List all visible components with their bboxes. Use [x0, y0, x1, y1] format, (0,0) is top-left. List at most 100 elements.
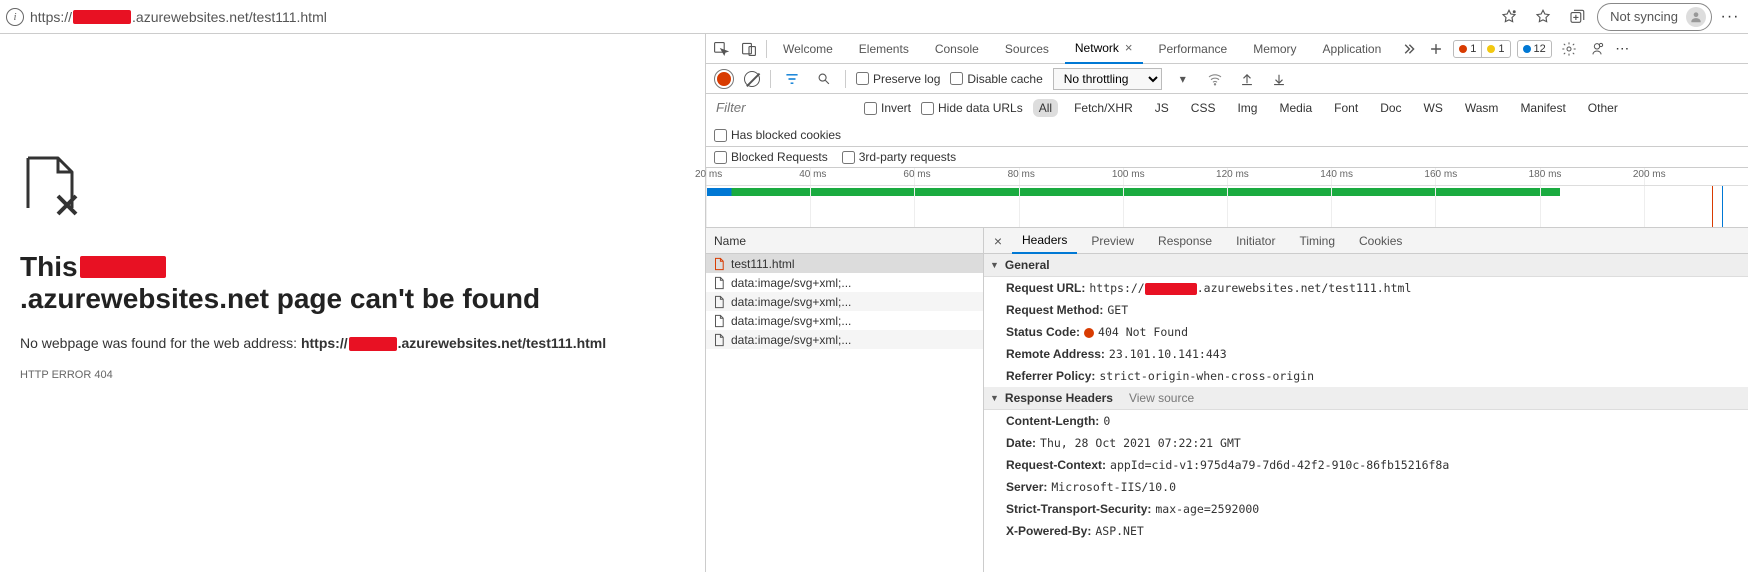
view-source-link[interactable]: View source	[1129, 391, 1194, 405]
filter-toggle-icon[interactable]	[781, 68, 803, 90]
feedback-icon[interactable]	[1586, 38, 1608, 60]
request-row[interactable]: data:image/svg+xml;...	[706, 311, 983, 330]
chk-label: Preserve log	[873, 72, 940, 86]
upload-har-icon[interactable]	[1236, 68, 1258, 90]
close-detail-icon[interactable]: ×	[988, 233, 1008, 249]
invert-checkbox[interactable]: Invert	[864, 101, 911, 115]
filter-type-font[interactable]: Font	[1328, 99, 1364, 117]
download-har-icon[interactable]	[1268, 68, 1290, 90]
tab-sources[interactable]: Sources	[995, 34, 1059, 64]
filter-type-ws[interactable]: WS	[1418, 99, 1449, 117]
request-list-header[interactable]: Name	[706, 228, 983, 254]
detail-tab-cookies[interactable]: Cookies	[1349, 228, 1412, 254]
disable-cache-checkbox[interactable]: Disable cache	[950, 72, 1042, 86]
filter-type-wasm[interactable]: Wasm	[1459, 99, 1505, 117]
request-detail-pane: × Headers Preview Response Initiator Tim…	[984, 228, 1748, 572]
detail-tab-initiator[interactable]: Initiator	[1226, 228, 1285, 254]
redacted-host	[73, 10, 131, 24]
timeline-tick: 140 ms	[1331, 168, 1435, 185]
request-row[interactable]: test111.html	[706, 254, 983, 273]
tab-elements[interactable]: Elements	[849, 34, 919, 64]
hide-data-urls-checkbox[interactable]: Hide data URLs	[921, 101, 1023, 115]
tab-console[interactable]: Console	[925, 34, 989, 64]
detail-tab-headers[interactable]: Headers	[1012, 228, 1077, 254]
favorite-icon[interactable]	[1529, 3, 1557, 31]
devtools-more-icon[interactable]: ⋯	[1614, 40, 1632, 57]
kv-server: Server:Microsoft-IIS/10.0	[984, 476, 1748, 498]
info-badge[interactable]: 12	[1517, 40, 1552, 58]
device-toggle-icon[interactable]	[738, 38, 760, 60]
sync-label: Not syncing	[1610, 9, 1678, 24]
filter-type-js[interactable]: JS	[1149, 99, 1175, 117]
timeline-tick: 80 ms	[1019, 168, 1123, 185]
sub-url-pre: https://	[301, 335, 348, 351]
timeline-overview[interactable]: 20 ms40 ms60 ms80 ms100 ms120 ms140 ms16…	[706, 168, 1748, 228]
network-conditions-caret-icon[interactable]: ▾	[1172, 68, 1194, 90]
filter-type-all[interactable]: All	[1033, 99, 1058, 117]
inspect-element-icon[interactable]	[710, 38, 732, 60]
third-party-checkbox[interactable]: 3rd-party requests	[842, 150, 956, 164]
filter-row-2: Blocked Requests 3rd-party requests	[706, 147, 1748, 168]
request-name: data:image/svg+xml;...	[731, 314, 851, 328]
filter-type-media[interactable]: Media	[1273, 99, 1318, 117]
request-row[interactable]: data:image/svg+xml;...	[706, 330, 983, 349]
more-menu-icon[interactable]: ···	[1718, 8, 1742, 26]
section-response-headers[interactable]: ▼Response HeadersView source	[984, 387, 1748, 410]
detail-tab-preview[interactable]: Preview	[1081, 228, 1144, 254]
timeline-domready-marker	[1722, 186, 1723, 227]
filter-type-fetch[interactable]: Fetch/XHR	[1068, 99, 1139, 117]
tab-memory[interactable]: Memory	[1243, 34, 1306, 64]
section-general[interactable]: ▼General	[984, 254, 1748, 277]
request-list: Name test111.htmldata:image/svg+xml;...d…	[706, 228, 984, 572]
filter-type-other[interactable]: Other	[1582, 99, 1624, 117]
gear-icon[interactable]	[1558, 38, 1580, 60]
tab-network[interactable]: Network ×	[1065, 34, 1143, 64]
favorite-sparkle-icon[interactable]	[1495, 3, 1523, 31]
close-icon[interactable]: ×	[1125, 40, 1133, 55]
devtools-panel: Welcome Elements Console Sources Network…	[706, 34, 1748, 572]
blocked-cookies-checkbox[interactable]: Has blocked cookies	[714, 128, 841, 142]
tab-welcome[interactable]: Welcome	[773, 34, 843, 64]
request-row[interactable]: data:image/svg+xml;...	[706, 273, 983, 292]
request-name: data:image/svg+xml;...	[731, 333, 851, 347]
tab-performance[interactable]: Performance	[1149, 34, 1238, 64]
collections-icon[interactable]	[1563, 3, 1591, 31]
redacted-url	[1145, 283, 1197, 295]
request-row[interactable]: data:image/svg+xml;...	[706, 292, 983, 311]
filter-type-img[interactable]: Img	[1231, 99, 1263, 117]
info-dot-icon	[1523, 45, 1531, 53]
warning-count: 1	[1498, 43, 1504, 55]
error-warning-badge[interactable]: 1 1	[1453, 40, 1510, 58]
detail-tab-timing[interactable]: Timing	[1289, 228, 1345, 254]
devtools-tabbar: Welcome Elements Console Sources Network…	[706, 34, 1748, 64]
search-icon[interactable]	[813, 68, 835, 90]
detail-tab-response[interactable]: Response	[1148, 228, 1222, 254]
filter-type-doc[interactable]: Doc	[1374, 99, 1407, 117]
info-count: 12	[1534, 43, 1546, 55]
add-tab-icon[interactable]	[1425, 38, 1447, 60]
blocked-requests-checkbox[interactable]: Blocked Requests	[714, 150, 828, 164]
tab-application[interactable]: Application	[1313, 34, 1392, 64]
filter-type-manifest[interactable]: Manifest	[1514, 99, 1571, 117]
profile-sync-button[interactable]: Not syncing	[1597, 3, 1712, 31]
record-button[interactable]	[714, 69, 734, 89]
clear-button[interactable]	[744, 71, 760, 87]
error-dot-icon	[1459, 45, 1467, 53]
timeline-tick: 40 ms	[810, 168, 914, 185]
site-info-icon[interactable]: i	[6, 8, 24, 26]
throttling-select[interactable]: No throttling	[1053, 68, 1162, 90]
avatar-icon	[1686, 7, 1706, 27]
wifi-icon[interactable]	[1204, 68, 1226, 90]
preserve-log-checkbox[interactable]: Preserve log	[856, 72, 940, 86]
url-prefix: https://	[30, 9, 72, 25]
address-bar[interactable]: https:// .azurewebsites.net/test111.html	[30, 9, 327, 25]
timeline-tick: 200 ms	[1644, 168, 1748, 185]
filter-type-css[interactable]: CSS	[1185, 99, 1222, 117]
page-title: This .azurewebsites.net page can't be fo…	[20, 251, 685, 315]
filter-input[interactable]	[714, 98, 854, 118]
file-not-found-icon	[20, 154, 685, 221]
timeline-tick: 100 ms	[1123, 168, 1227, 185]
more-tabs-icon[interactable]	[1397, 38, 1419, 60]
page-content: This .azurewebsites.net page can't be fo…	[0, 34, 706, 572]
warning-dot-icon	[1487, 45, 1495, 53]
